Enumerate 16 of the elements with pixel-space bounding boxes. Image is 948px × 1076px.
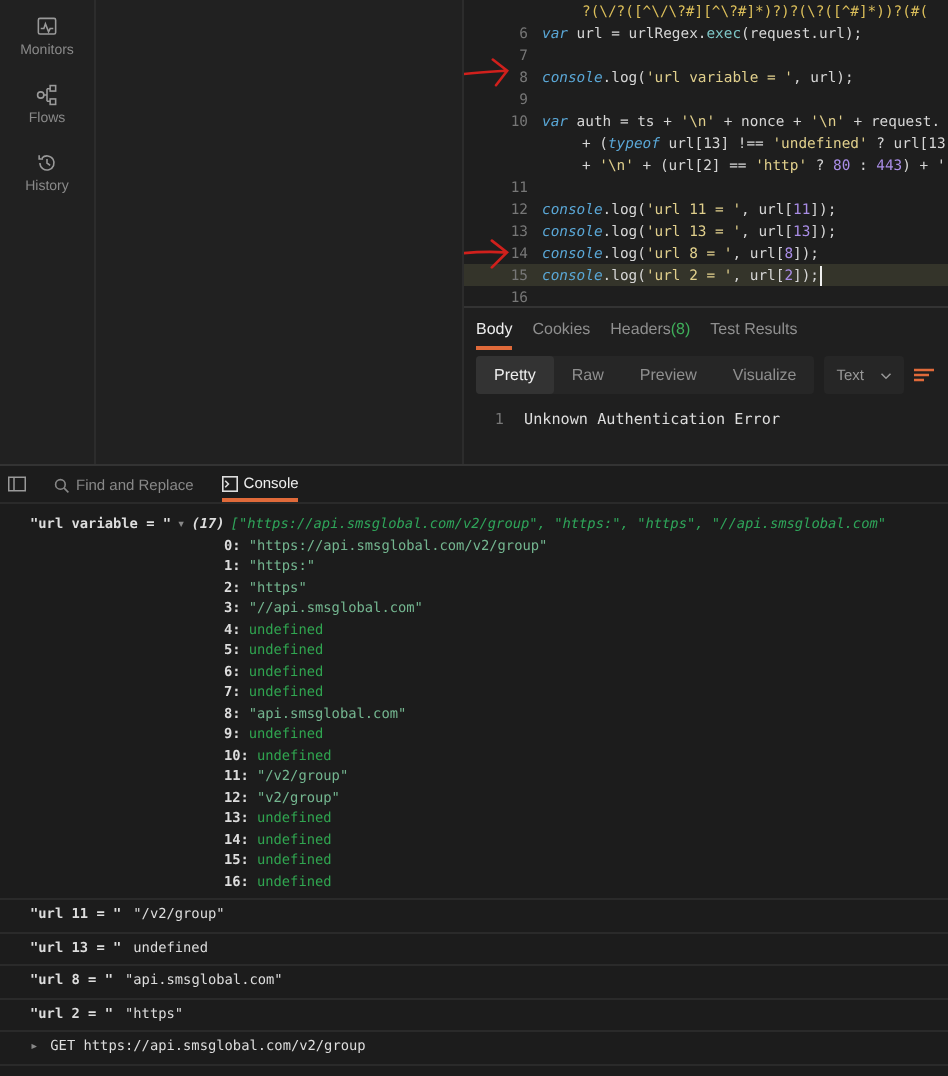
view-button[interactable]: Pretty xyxy=(476,356,554,394)
search-icon xyxy=(54,477,70,493)
nodes-icon xyxy=(36,84,58,106)
panel-icon[interactable] xyxy=(8,476,26,492)
view-button[interactable]: Visualize xyxy=(714,356,815,394)
chevron-down-icon xyxy=(880,371,893,379)
response-tab[interactable]: Body xyxy=(476,316,513,350)
response-tab[interactable]: Cookies xyxy=(532,316,591,350)
wrap-icon[interactable] xyxy=(914,366,935,384)
console-icon xyxy=(221,475,238,491)
response-tab[interactable]: Headers(8) xyxy=(610,316,691,350)
chart-icon xyxy=(36,16,58,38)
history-icon xyxy=(36,152,58,174)
view-button[interactable]: Preview xyxy=(621,356,715,394)
view-button[interactable]: Raw xyxy=(553,356,622,394)
response-tab[interactable]: Test Results xyxy=(710,316,798,350)
